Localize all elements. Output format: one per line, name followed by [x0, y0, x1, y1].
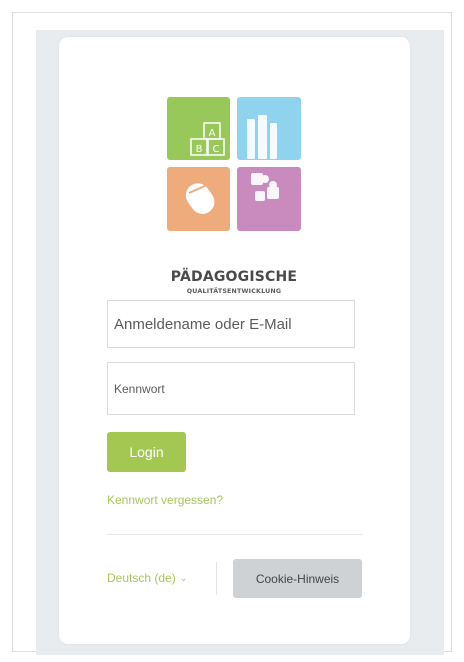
language-label: Deutsch (de)	[107, 571, 176, 585]
logo-title: PÄDAGOGISCHE	[170, 269, 298, 285]
login-button[interactable]: Login	[107, 432, 186, 472]
footer-separator	[216, 562, 217, 595]
password-input[interactable]	[107, 362, 355, 415]
logo-block-a: A	[209, 128, 216, 139]
logo-block-c: C	[213, 144, 220, 155]
language-selector[interactable]: Deutsch (de) ⌄	[107, 571, 187, 585]
forgot-password-link[interactable]: Kennwort vergessen?	[107, 493, 223, 507]
divider	[107, 534, 363, 535]
chevron-down-icon: ⌄	[179, 572, 188, 583]
username-input[interactable]	[107, 300, 355, 348]
logo-subtitle: QUALITÄTSENTWICKLUNG	[186, 288, 282, 295]
logo: A B C PÄDAGOGISCHE QUALITÄTSENTWICKLUNG	[167, 97, 301, 307]
logo-block-b: B	[196, 144, 203, 155]
logo-image: A B C	[167, 97, 301, 231]
login-card: A B C PÄDAGOGISCHE QUALITÄTSENTWICKLUNG …	[59, 37, 410, 644]
cookie-notice-button[interactable]: Cookie-Hinweis	[233, 559, 362, 598]
